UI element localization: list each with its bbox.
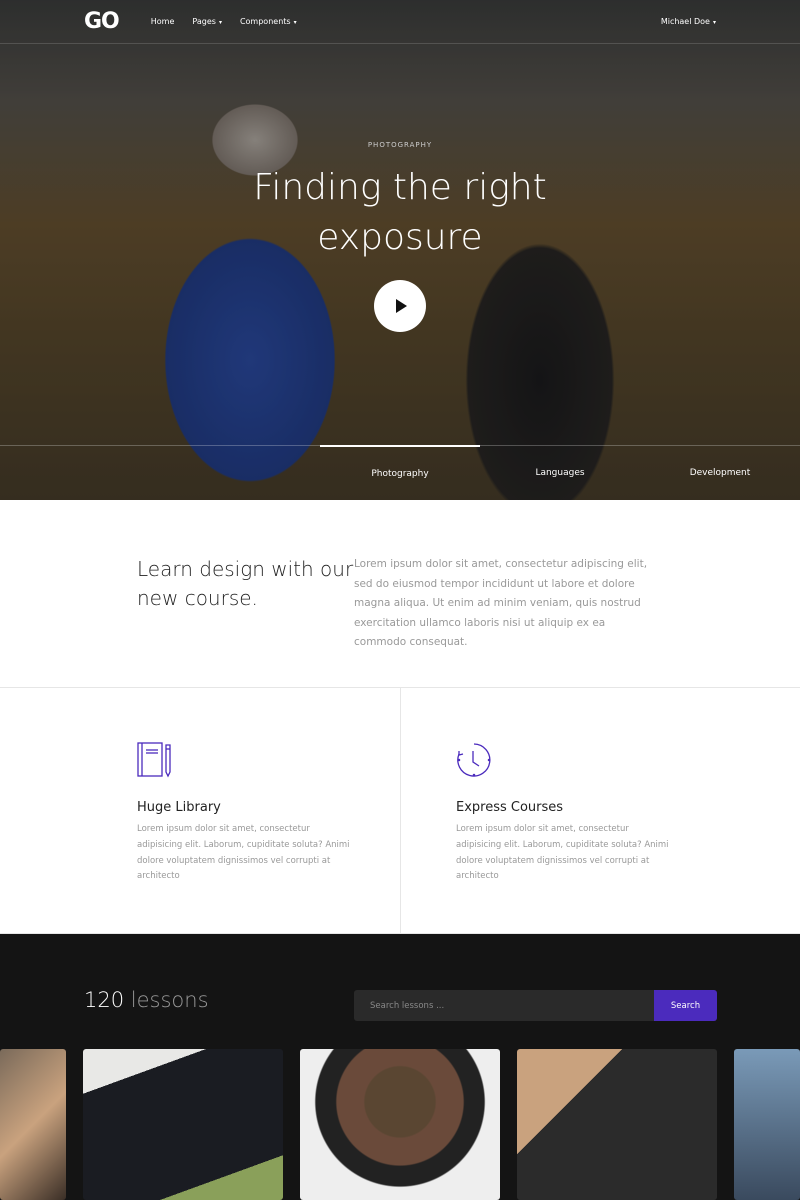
nav-components[interactable]: Components ▾ <box>240 17 297 26</box>
lesson-card[interactable] <box>0 1049 66 1200</box>
tab-development[interactable]: Development <box>640 446 800 500</box>
hero-title: Finding the right exposure <box>0 163 800 263</box>
tab-languages[interactable]: Languages <box>480 446 640 500</box>
feature-text: Lorem ipsum dolor sit amet, consectetur … <box>456 824 669 882</box>
lesson-card[interactable] <box>734 1049 800 1200</box>
nav-home-label: Home <box>150 17 175 26</box>
logo[interactable]: GO <box>84 9 120 34</box>
feature-title: Express Courses <box>456 800 564 815</box>
lesson-card[interactable] <box>83 1049 283 1200</box>
lessons-section: 120 lessons Search <box>0 934 800 1200</box>
features-section: Huge Library Lorem ipsum dolor sit amet,… <box>0 688 800 934</box>
hero: GO Home Pages ▾ Components ▾ Michael Doe ▾ … <box>0 0 800 500</box>
search-input[interactable] <box>354 990 654 1021</box>
user-name: Michael Doe <box>660 17 710 26</box>
lesson-card[interactable] <box>517 1049 717 1200</box>
tab-photography[interactable]: Photography <box>320 445 480 500</box>
caret-down-icon: ▾ <box>218 19 222 26</box>
lessons-count: 120 lessons <box>84 988 209 1012</box>
feature-express-courses: Express Courses Lorem ipsum dolor sit am… <box>400 688 800 933</box>
intro-heading: Learn design with our new course. <box>137 557 354 610</box>
hero-title-line2: exposure <box>317 217 483 258</box>
notebook-pencil-icon <box>137 742 171 778</box>
clock-icon <box>457 743 491 777</box>
hero-kicker: PHOTOGRAPHY <box>367 141 433 149</box>
nav-components-label: Components <box>239 17 291 26</box>
intro-text: Lorem ipsum dolor sit amet, consectetur … <box>354 558 648 648</box>
feature-huge-library: Huge Library Lorem ipsum dolor sit amet,… <box>0 688 400 933</box>
feature-text: Lorem ipsum dolor sit amet, consectetur … <box>137 824 350 882</box>
feature-title: Huge Library <box>137 800 221 815</box>
hero-title-line1: Finding the right <box>253 167 547 208</box>
nav-pages[interactable]: Pages ▾ <box>192 17 222 26</box>
caret-down-icon: ▾ <box>293 19 297 26</box>
nav-pages-label: Pages <box>192 17 216 26</box>
user-menu[interactable]: Michael Doe ▾ <box>661 17 716 26</box>
play-button[interactable] <box>374 280 426 332</box>
hero-content: PHOTOGRAPHY Finding the right exposure <box>0 141 800 263</box>
lesson-card[interactable] <box>300 1049 500 1200</box>
search-bar: Search <box>354 990 717 1021</box>
lessons-number: 120 <box>84 988 125 1012</box>
search-button[interactable]: Search <box>654 990 717 1021</box>
lessons-label: lessons <box>130 988 209 1012</box>
play-icon <box>396 299 407 313</box>
caret-down-icon: ▾ <box>712 19 716 26</box>
hero-tabs: Photography Languages Development <box>0 445 800 500</box>
nav-home[interactable]: Home <box>151 17 175 26</box>
intro-section: Learn design with our new course. Lorem … <box>0 500 800 688</box>
navbar: GO Home Pages ▾ Components ▾ Michael Doe ▾ <box>0 0 800 44</box>
